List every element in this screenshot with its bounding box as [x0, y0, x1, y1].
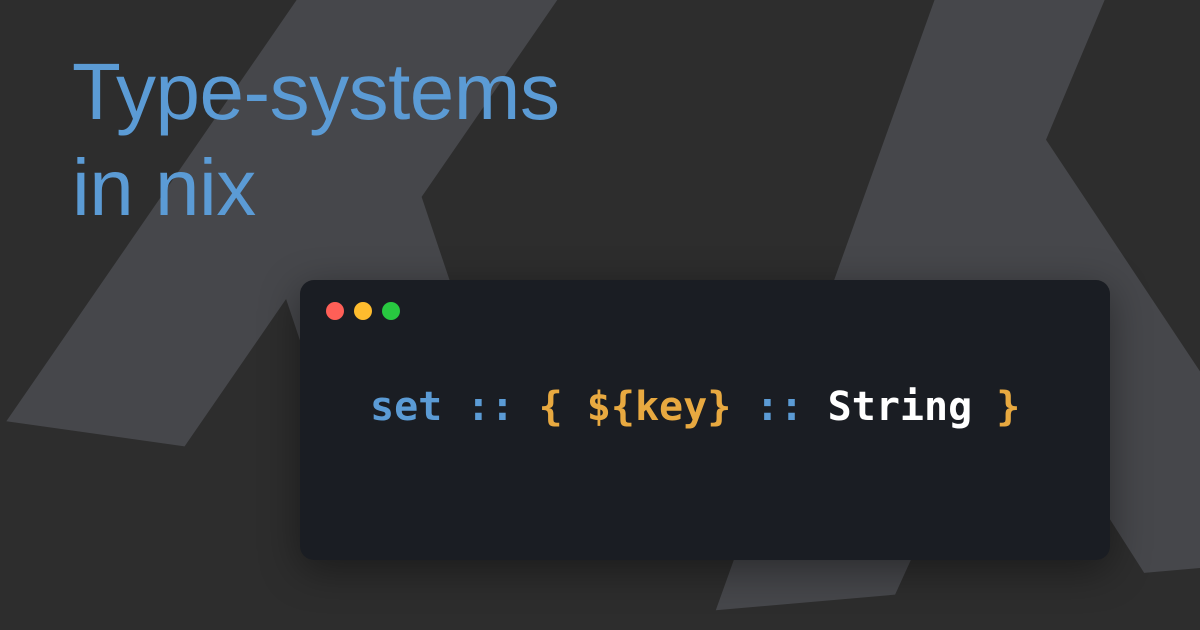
code-content: set :: { ${key} :: String } — [300, 342, 1110, 472]
code-token-interp-open: ${ — [587, 384, 635, 430]
title-block: Type-systems in nix — [72, 44, 559, 236]
window-close-dot — [326, 302, 344, 320]
window-traffic-lights — [300, 280, 1110, 342]
code-token-doublecolon: :: — [755, 384, 803, 430]
code-window: set :: { ${key} :: String } — [300, 280, 1110, 560]
code-token-key: key — [635, 384, 707, 430]
code-token-interp-close: } — [707, 384, 731, 430]
window-minimize-dot — [354, 302, 372, 320]
code-token-rbrace: } — [996, 384, 1020, 430]
code-token-lbrace: { — [539, 384, 563, 430]
title-line-2: in nix — [72, 140, 559, 236]
code-token-doublecolon: :: — [466, 384, 514, 430]
code-token-type: String — [828, 384, 973, 430]
code-token-identifier: set — [370, 384, 442, 430]
window-maximize-dot — [382, 302, 400, 320]
title-line-1: Type-systems — [72, 44, 559, 140]
